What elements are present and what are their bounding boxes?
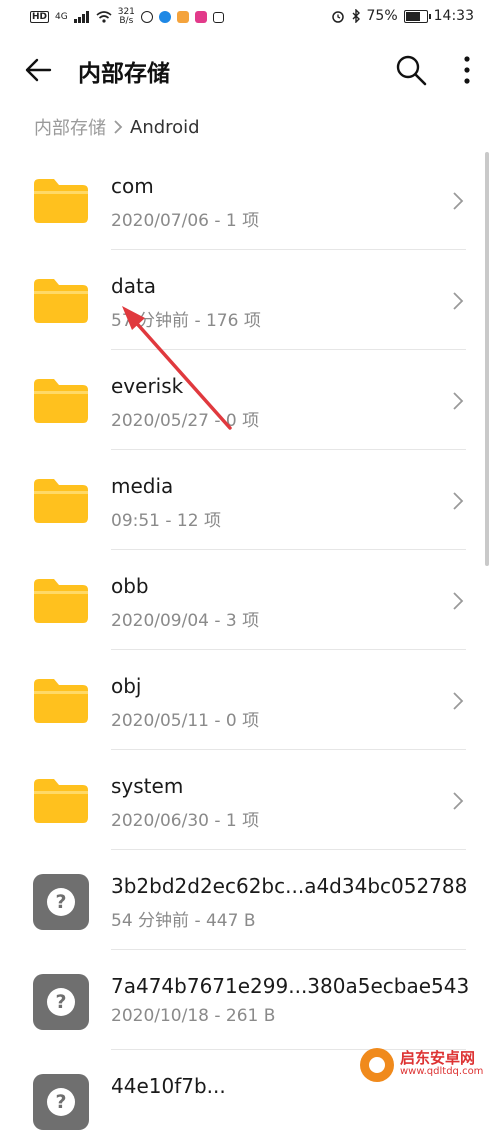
list-item[interactable]: everisk 2020/05/27 - 0 项 — [0, 350, 500, 450]
item-meta: 2020/10/18 - 261 B — [111, 1006, 276, 1026]
game-notification-icon — [176, 11, 189, 23]
breadcrumb-root[interactable]: 内部存储 — [34, 114, 106, 140]
app-notification-icon — [140, 11, 153, 23]
signal-icon — [73, 11, 89, 23]
alarm-icon — [331, 11, 344, 23]
list-item[interactable]: ? 7a474b7671e299...380a5ecbae543 2020/10… — [0, 950, 500, 1050]
hd-badge: HD — [30, 11, 50, 23]
app-bar: 内部存储 — [0, 40, 500, 100]
list-item[interactable]: data 57 分钟前 - 176 项 — [0, 250, 500, 350]
chevron-right-icon — [453, 492, 464, 510]
item-meta: 2020/05/11 - 0 项 — [111, 711, 260, 731]
watermark-logo-icon — [360, 1048, 394, 1082]
list-item[interactable]: obb 2020/09/04 - 3 项 — [0, 550, 500, 650]
folder-icon — [34, 279, 88, 323]
chevron-right-icon — [453, 392, 464, 410]
chevron-right-icon — [453, 292, 464, 310]
list-item[interactable]: com 2020/07/06 - 1 项 — [0, 150, 500, 250]
list-item[interactable]: ? 3b2bd2d2ec62bc...a4d34bc052788 54 分钟前 … — [0, 850, 500, 950]
item-name: com — [111, 174, 154, 198]
item-name: data — [111, 274, 157, 298]
chevron-right-icon — [453, 692, 464, 710]
item-name: 3b2bd2d2ec62bc...a4d34bc052788 — [111, 874, 468, 898]
watermark-url: www.qdltdq.com — [400, 1066, 484, 1077]
item-meta: 2020/09/04 - 3 项 — [111, 611, 260, 631]
folder-icon — [34, 179, 88, 223]
folder-icon — [34, 779, 88, 823]
item-name: 7a474b7671e299...380a5ecbae543 — [111, 974, 470, 998]
browser-notification-icon — [158, 11, 171, 23]
chevron-right-icon — [453, 192, 464, 210]
folder-icon — [34, 379, 88, 423]
chevron-right-icon — [453, 792, 464, 810]
bluetooth-icon — [352, 9, 360, 23]
breadcrumb: 内部存储 Android — [34, 114, 200, 140]
item-meta: 2020/07/06 - 1 项 — [111, 211, 260, 231]
item-meta: 54 分钟前 - 447 B — [111, 911, 256, 931]
list-item[interactable]: media 09:51 - 12 项 — [0, 450, 500, 550]
battery-icon — [403, 9, 431, 23]
item-name: system — [111, 774, 184, 798]
chevron-right-icon — [453, 592, 464, 610]
item-name: media — [111, 474, 174, 498]
folder-icon — [34, 579, 88, 623]
item-meta: 2020/05/27 - 0 项 — [111, 411, 260, 431]
more-vertical-icon[interactable] — [455, 52, 479, 88]
item-meta: 09:51 - 12 项 — [111, 511, 221, 531]
item-name: 44e10f7b... — [111, 1074, 226, 1098]
item-name: everisk — [111, 374, 184, 398]
video-notification-icon — [194, 11, 207, 23]
status-bar: HD 4G 321 B/s 75% 14:33 — [0, 0, 500, 36]
breadcrumb-current: Android — [130, 116, 200, 138]
folder-icon — [34, 479, 88, 523]
list-item[interactable]: obj 2020/05/11 - 0 项 — [0, 650, 500, 750]
clock: 14:33 — [433, 8, 474, 24]
unknown-file-icon: ? — [33, 1074, 89, 1130]
file-list: com 2020/07/06 - 1 项 data 57 分钟前 - 176 项… — [0, 150, 500, 1134]
item-meta: 57 分钟前 - 176 项 — [111, 311, 261, 331]
network-type: 4G — [55, 12, 68, 22]
watermark: 启东安卓网 www.qdltdq.com — [360, 1048, 483, 1082]
folder-icon — [34, 679, 88, 723]
page-title: 内部存储 — [78, 61, 170, 87]
watermark-brand: 启东安卓网 — [400, 1049, 476, 1067]
wifi-icon — [96, 11, 112, 23]
network-speed: 321 B/s — [117, 7, 135, 26]
item-name: obb — [111, 574, 149, 598]
list-item[interactable]: system 2020/06/30 - 1 项 — [0, 750, 500, 850]
item-name: obj — [111, 674, 142, 698]
battery-percent: 75% — [366, 8, 398, 24]
chevron-right-icon — [114, 120, 123, 134]
unknown-file-icon: ? — [33, 874, 89, 930]
unknown-file-icon: ? — [33, 974, 89, 1030]
arrow-left-icon[interactable] — [22, 54, 54, 86]
search-icon[interactable] — [394, 53, 428, 87]
translate-notification-icon — [212, 11, 224, 23]
item-meta: 2020/06/30 - 1 项 — [111, 811, 260, 831]
